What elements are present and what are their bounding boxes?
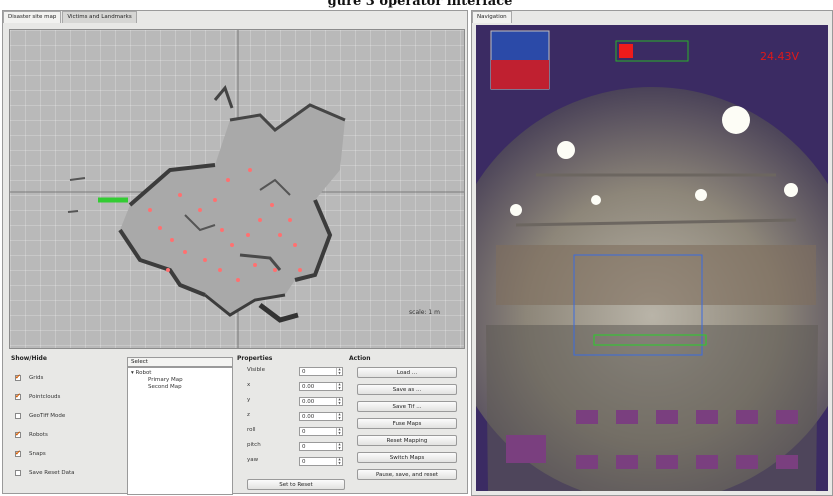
yaw-value: 0 bbox=[302, 459, 306, 465]
robot-tree[interactable]: ▾ Robot Primary Map Second Map bbox=[127, 367, 233, 495]
spin-arrows-icon[interactable]: ▲ ▼ bbox=[336, 397, 342, 405]
map-window: Disaster site map Victims and Landmarks bbox=[2, 10, 468, 495]
navigation-window: Navigation 24.43V bbox=[471, 10, 833, 496]
spin-arrows-icon[interactable]: ▲ ▼ bbox=[336, 382, 342, 390]
z-value: 0.00 bbox=[302, 414, 315, 420]
tab-navigation[interactable]: Navigation bbox=[472, 11, 512, 23]
camera-feed[interactable]: 24.43V bbox=[476, 25, 828, 491]
x-value: 0.00 bbox=[302, 384, 315, 390]
load-button[interactable]: Load ... bbox=[357, 367, 457, 378]
map-canvas bbox=[10, 30, 464, 348]
spin-arrows-icon[interactable]: ▲ ▼ bbox=[336, 442, 342, 450]
spin-arrows-icon[interactable]: ▲ ▼ bbox=[336, 412, 342, 420]
properties-title: Properties bbox=[237, 355, 273, 362]
tab-disaster-site-map[interactable]: Disaster site map bbox=[3, 11, 62, 23]
save-reset-data-label: Save Reset Data bbox=[29, 470, 75, 476]
action-title: Action bbox=[349, 355, 371, 362]
snaps-checkbox[interactable] bbox=[15, 449, 21, 457]
battery-voltage: 24.43V bbox=[760, 50, 800, 63]
toggle-geotiff-mode[interactable]: GeoTiff Mode bbox=[15, 411, 65, 421]
pointclouds-label: Pointclouds bbox=[29, 394, 61, 400]
map-wall bbox=[258, 303, 299, 323]
toggle-grids[interactable]: Grids bbox=[15, 373, 43, 383]
pointclouds-checkbox[interactable] bbox=[15, 392, 21, 400]
save-tif-button[interactable]: Save Tif ... bbox=[357, 401, 457, 412]
geotiff-mode-checkbox[interactable] bbox=[15, 413, 21, 419]
status-indicator-icon bbox=[619, 44, 633, 58]
attitude-indicator-ground bbox=[491, 60, 549, 89]
occupancy-map-view[interactable]: scale: 1 m bbox=[9, 29, 465, 349]
set-to-reset-button[interactable]: Set to Reset bbox=[247, 479, 345, 490]
roll-spinbox[interactable]: 0 ▲ ▼ bbox=[299, 427, 343, 436]
map-scale-label: scale: 1 m bbox=[409, 309, 440, 316]
show-hide-title: Show/Hide bbox=[11, 355, 47, 362]
floor bbox=[486, 325, 818, 491]
toggle-snaps[interactable]: Snaps bbox=[15, 449, 46, 459]
snaps-label: Snaps bbox=[29, 451, 46, 457]
geotiff-mode-label: GeoTiff Mode bbox=[29, 413, 66, 419]
prop-label-z: z bbox=[247, 412, 250, 418]
tab-victims-and-landmarks[interactable]: Victims and Landmarks bbox=[62, 11, 137, 23]
spin-arrows-icon[interactable]: ▲ ▼ bbox=[336, 457, 342, 465]
save-as-button[interactable]: Save as ... bbox=[357, 384, 457, 395]
toggle-robots[interactable]: Robots bbox=[15, 430, 48, 440]
toggle-pointclouds[interactable]: Pointclouds bbox=[15, 392, 60, 402]
tree-item-second-map[interactable]: Second Map bbox=[148, 384, 182, 390]
yaw-spinbox[interactable]: 0 ▲ ▼ bbox=[299, 457, 343, 466]
prop-label-visible: Visible bbox=[247, 367, 265, 373]
crowd-band bbox=[496, 245, 816, 305]
map-scanned-area bbox=[120, 105, 345, 315]
map-wall bbox=[67, 177, 86, 213]
navigation-tabbar: Navigation bbox=[472, 11, 513, 23]
prop-label-pitch: pitch bbox=[247, 442, 261, 448]
pitch-spinbox[interactable]: 0 ▲ ▼ bbox=[299, 442, 343, 451]
y-spinbox[interactable]: 0.00 ▲ ▼ bbox=[299, 397, 343, 406]
camera-canvas bbox=[476, 30, 828, 491]
prop-label-x: x bbox=[247, 382, 251, 388]
prop-label-y: y bbox=[247, 397, 251, 403]
pitch-value: 0 bbox=[302, 444, 306, 450]
figure-caption: gure 3 operator interface bbox=[327, 0, 513, 9]
switch-maps-button[interactable]: Switch Maps bbox=[357, 452, 457, 463]
prop-label-yaw: yaw bbox=[247, 457, 259, 463]
robots-label: Robots bbox=[29, 432, 48, 438]
z-spinbox[interactable]: 0.00 ▲ ▼ bbox=[299, 412, 343, 421]
reset-mapping-button[interactable]: Reset Mapping bbox=[357, 435, 457, 446]
toggle-save-reset-data[interactable]: Save Reset Data bbox=[15, 468, 75, 478]
tree-item-robot[interactable]: ▾ Robot bbox=[131, 370, 151, 376]
grids-label: Grids bbox=[29, 375, 44, 381]
select-header: Select bbox=[127, 357, 233, 367]
spin-arrows-icon[interactable]: ▲ ▼ bbox=[336, 427, 342, 435]
save-reset-data-checkbox[interactable] bbox=[15, 470, 21, 476]
y-value: 0.00 bbox=[302, 399, 315, 405]
roll-value: 0 bbox=[302, 429, 306, 435]
pause-save-reset-button[interactable]: Pause, save, and reset bbox=[357, 469, 457, 480]
robots-checkbox[interactable] bbox=[15, 430, 21, 438]
tree-item-primary-map[interactable]: Primary Map bbox=[148, 377, 183, 383]
x-spinbox[interactable]: 0.00 ▲ ▼ bbox=[299, 382, 343, 391]
tree-item-robot-label: Robot bbox=[135, 370, 152, 376]
fuse-maps-button[interactable]: Fuse Maps bbox=[357, 418, 457, 429]
grids-checkbox[interactable] bbox=[15, 373, 21, 381]
visible-value: 0 bbox=[302, 369, 306, 375]
map-tabbar: Disaster site map Victims and Landmarks bbox=[3, 11, 138, 23]
map-wall bbox=[213, 85, 234, 109]
spin-arrows-icon[interactable]: ▲ ▼ bbox=[336, 367, 342, 375]
visible-spinbox[interactable]: 0 ▲ ▼ bbox=[299, 367, 343, 376]
prop-label-roll: roll bbox=[247, 427, 256, 433]
